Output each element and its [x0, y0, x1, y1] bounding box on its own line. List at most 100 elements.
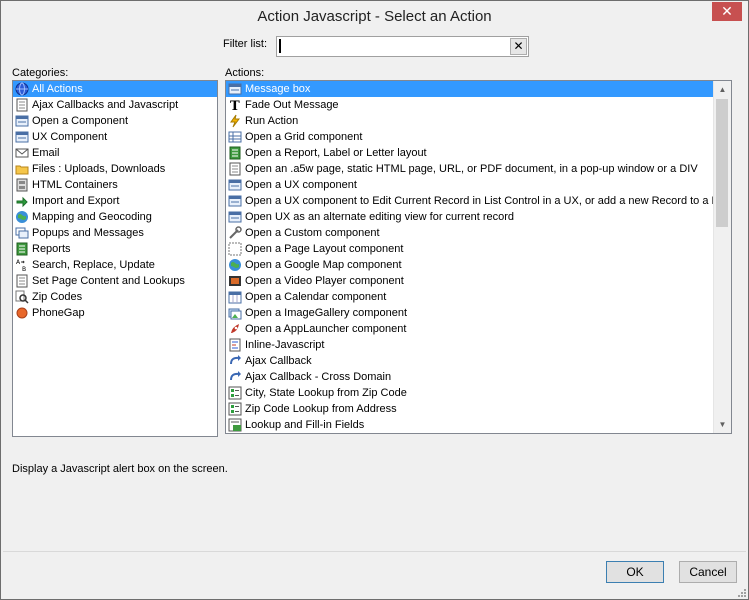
category-item[interactable]: Set Page Content and Lookups	[13, 273, 217, 289]
category-item[interactable]: HTML Containers	[13, 177, 217, 193]
title-bar: Action Javascript - Select an Action ✕	[1, 1, 748, 31]
category-item[interactable]: All Actions	[13, 81, 217, 97]
action-item[interactable]: Open a UX component	[226, 177, 731, 193]
scroll-up-button[interactable]: ▲	[714, 81, 731, 98]
action-item-label: Open a Calendar component	[245, 291, 387, 303]
action-item-label: Open a Custom component	[245, 227, 380, 239]
category-item-label: Ajax Callbacks and Javascript	[32, 99, 179, 111]
category-item[interactable]: Files : Uploads, Downloads	[13, 161, 217, 177]
category-item-label: HTML Containers	[32, 179, 118, 191]
filter-clear-button[interactable]: ✕	[510, 38, 527, 55]
action-item[interactable]: Open a AppLauncher component	[226, 321, 731, 337]
category-item[interactable]: UX Component	[13, 129, 217, 145]
action-item-label: Open a Page Layout component	[245, 243, 404, 255]
categories-list[interactable]: All Actions Ajax Callbacks and Javascript…	[12, 80, 218, 437]
fill-icon	[228, 418, 242, 432]
action-item-label: Fade Out Message	[245, 99, 339, 111]
category-item[interactable]: PhoneGap	[13, 305, 217, 321]
close-button[interactable]: ✕	[712, 2, 742, 21]
category-item-label: Email	[32, 147, 60, 159]
action-item[interactable]: Run Action	[226, 113, 731, 129]
action-item[interactable]: Open a UX component to Edit Current Reco…	[226, 193, 731, 209]
action-item-label: Open a AppLauncher component	[245, 323, 407, 335]
action-item-label: Open an .a5w page, static HTML page, URL…	[245, 163, 698, 175]
action-item[interactable]: Zip Code Lookup from Address	[226, 401, 731, 417]
action-item[interactable]: Open UX as an alternate editing view for…	[226, 209, 731, 225]
callback-icon	[228, 354, 242, 368]
action-item-label: Run Action	[245, 115, 299, 127]
text-caret	[279, 39, 281, 53]
action-item-label: Ajax Callback - Cross Domain	[245, 371, 392, 383]
map-icon	[15, 210, 29, 224]
category-item[interactable]: Mapping and Geocoding	[13, 209, 217, 225]
filter-input[interactable]	[277, 37, 509, 56]
rocket-icon	[228, 322, 242, 336]
cancel-button[interactable]: Cancel	[679, 561, 737, 583]
action-item-label: Inline-Javascript	[245, 339, 325, 351]
category-item[interactable]: Ajax Callbacks and Javascript	[13, 97, 217, 113]
category-item-label: Import and Export	[32, 195, 120, 207]
report-icon	[15, 242, 29, 256]
actions-list[interactable]: Message box T Fade Out Message Run Action Op…	[226, 81, 731, 433]
lightning-icon	[228, 114, 242, 128]
action-item[interactable]: Open a Video Player component	[226, 273, 731, 289]
resize-grip-icon[interactable]	[736, 587, 746, 597]
category-item[interactable]: Popups and Messages	[13, 225, 217, 241]
page-icon	[228, 162, 242, 176]
category-item[interactable]: A B Search, Replace, Update	[13, 257, 217, 273]
form-icon	[228, 210, 242, 224]
action-item[interactable]: Open a ImageGallery component	[226, 305, 731, 321]
category-item[interactable]: Open a Component	[13, 113, 217, 129]
lookup-icon	[228, 386, 242, 400]
category-item-label: Open a Component	[32, 115, 129, 127]
phonegap-icon	[15, 306, 29, 320]
svg-text:T: T	[230, 99, 240, 112]
action-item[interactable]: Open a Custom component	[226, 225, 731, 241]
email-icon	[15, 146, 29, 160]
form-icon	[228, 178, 242, 192]
category-item[interactable]: Zip Codes	[13, 289, 217, 305]
action-item[interactable]: Open a Google Map component	[226, 257, 731, 273]
folder-icon	[15, 162, 29, 176]
category-item-label: Files : Uploads, Downloads	[32, 163, 166, 175]
form-icon	[228, 194, 242, 208]
action-item[interactable]: Inline-Javascript	[226, 337, 731, 353]
action-item-label: City, State Lookup from Zip Code	[245, 387, 407, 399]
calendar-icon	[228, 290, 242, 304]
search-replace-icon: AB	[15, 258, 29, 272]
gallery-icon	[228, 306, 242, 320]
container-icon	[15, 178, 29, 192]
actions-label: Actions:	[225, 67, 265, 79]
category-item[interactable]: Reports	[13, 241, 217, 257]
action-item[interactable]: Lookup and Fill-in Fields	[226, 417, 731, 433]
popup-icon	[15, 226, 29, 240]
actions-list-box: Message box T Fade Out Message Run Action Op…	[225, 80, 732, 434]
action-item[interactable]: T Fade Out Message	[226, 97, 731, 113]
action-item[interactable]: City, State Lookup from Zip Code	[226, 385, 731, 401]
scroll-thumb[interactable]	[716, 99, 728, 227]
action-item-label: Open a UX component	[245, 179, 357, 191]
action-item[interactable]: Open an .a5w page, static HTML page, URL…	[226, 161, 731, 177]
form-icon	[15, 130, 29, 144]
categories-label: Categories:	[12, 67, 69, 79]
action-item[interactable]: Open a Page Layout component	[226, 241, 731, 257]
map-icon	[228, 258, 242, 272]
action-item[interactable]: Ajax Callback	[226, 353, 731, 369]
category-item-label: Popups and Messages	[32, 227, 144, 239]
layout-icon	[228, 242, 242, 256]
action-item[interactable]: Ajax Callback - Cross Domain	[226, 369, 731, 385]
action-item[interactable]: Open a Grid component	[226, 129, 731, 145]
action-item-label: Open a Grid component	[245, 131, 363, 143]
action-item-label: Open a ImageGallery component	[245, 307, 408, 319]
action-item[interactable]: Open a Calendar component	[226, 289, 731, 305]
category-item[interactable]: Email	[13, 145, 217, 161]
actions-scrollbar[interactable]: ▲ ▼	[713, 81, 731, 433]
scroll-down-button[interactable]: ▼	[714, 416, 731, 433]
window-icon	[15, 114, 29, 128]
category-item[interactable]: Import and Export	[13, 193, 217, 209]
action-item[interactable]: Message box	[226, 81, 731, 97]
report-icon	[228, 146, 242, 160]
grid-icon	[228, 130, 242, 144]
ok-button[interactable]: OK	[606, 561, 664, 583]
action-item[interactable]: Open a Report, Label or Letter layout	[226, 145, 731, 161]
